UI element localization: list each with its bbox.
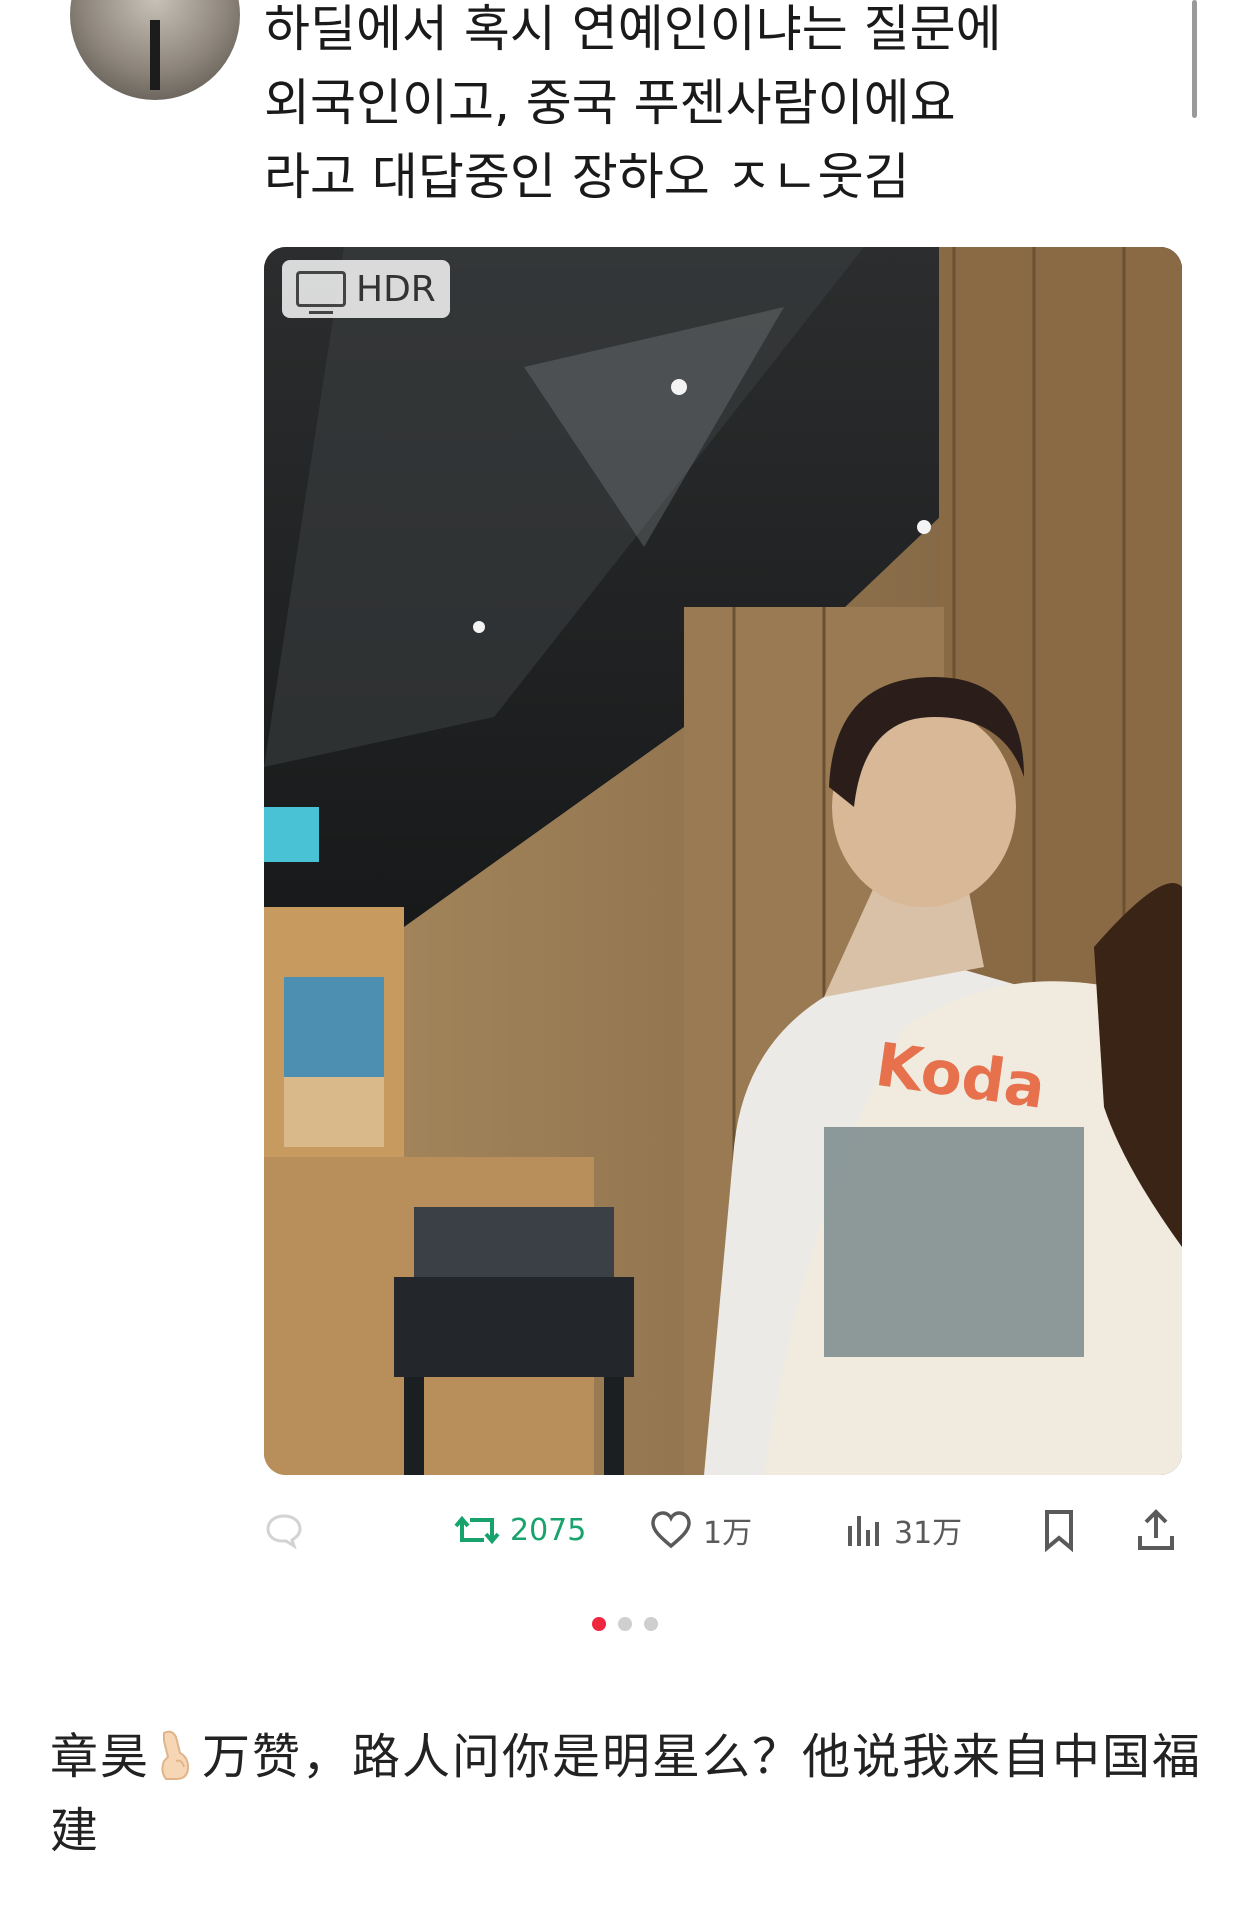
caption-body: 万赞，路人问你是明星么？他说我来自中国福建 — [50, 1729, 1203, 1859]
carousel-dot[interactable] — [644, 1617, 658, 1631]
flexed-biceps-emoji — [161, 1730, 190, 1780]
views-count: 31万 — [894, 1516, 963, 1551]
reply-button[interactable] — [264, 1505, 304, 1555]
retweet-button[interactable]: 2075 — [454, 1505, 586, 1555]
hdr-label: HDR — [356, 268, 436, 310]
post-text-line-3: 라고 대답중인 장하오 ㅈㄴ웃김 — [264, 148, 910, 206]
views-button[interactable]: 31万 — [844, 1505, 962, 1555]
post-text-line-2: 외국인이고, 중국 푸젠사람이에요 — [264, 74, 956, 132]
bar-chart-icon — [848, 1516, 879, 1546]
photo-illustration: Koda — [264, 247, 1182, 1475]
share-button[interactable] — [1136, 1505, 1176, 1555]
caption-name: 章昊 — [50, 1729, 151, 1785]
retweet-count: 2075 — [510, 1512, 587, 1548]
avatar-tie-detail — [150, 20, 160, 90]
carousel-dot-active[interactable] — [592, 1617, 606, 1631]
like-button[interactable]: 1万 — [649, 1505, 752, 1555]
heart-icon — [651, 1511, 691, 1549]
hdr-badge: HDR — [282, 260, 450, 318]
post-actions-bar: 2075 1万 31万 — [264, 1505, 1182, 1555]
like-count: 1万 — [703, 1516, 753, 1551]
caption-text: 章昊 万赞，路人问你是明星么？他说我来自中国福建 — [50, 1720, 1210, 1868]
carousel-indicator — [592, 1617, 658, 1631]
post-text-line-1: 하딜에서 혹시 연예인이냐는 질문에 — [264, 0, 1002, 58]
scrollbar[interactable] — [1192, 0, 1197, 118]
retweet-icon — [454, 1515, 500, 1545]
post-photo[interactable]: Koda HDR — [264, 247, 1182, 1475]
bookmark-icon — [1045, 1510, 1073, 1552]
tv-icon — [296, 271, 346, 314]
user-avatar[interactable] — [70, 0, 240, 100]
comment-icon — [266, 1514, 302, 1550]
share-icon — [1138, 1509, 1174, 1550]
carousel-dot[interactable] — [618, 1617, 632, 1631]
bookmark-button[interactable] — [1039, 1505, 1079, 1555]
post-text: 하딜에서 혹시 연예인이냐는 질문에 외국인이고, 중국 푸젠사람이에요 라고 … — [264, 0, 1144, 214]
